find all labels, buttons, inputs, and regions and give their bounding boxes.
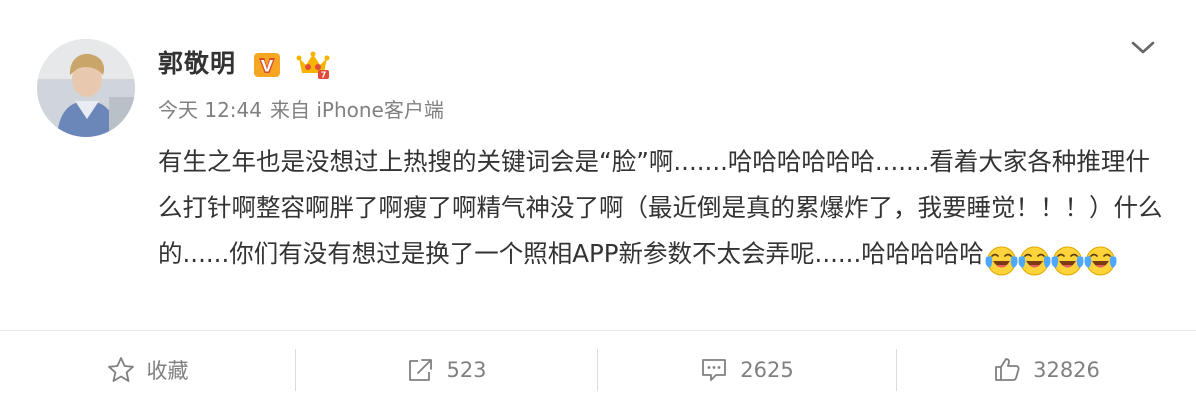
- repost-button[interactable]: 523: [296, 331, 597, 408]
- favorite-label: 收藏: [146, 358, 189, 383]
- post-meta: 今天 12:44 来自 iPhone客户端: [158, 96, 452, 124]
- thumbs-up-icon: [995, 358, 1020, 381]
- post-time[interactable]: 今天 12:44: [158, 98, 262, 122]
- like-button[interactable]: 32826: [897, 331, 1196, 408]
- star-icon: [107, 357, 134, 382]
- emoji-group: [984, 236, 1117, 282]
- laugh-cry-icon: [1051, 246, 1084, 275]
- comment-icon: [702, 359, 727, 381]
- favorite-button[interactable]: 收藏: [0, 331, 295, 408]
- chevron-down-icon[interactable]: [1128, 36, 1158, 60]
- weibo-post-card: 郭敬明 7 今天 12:44 来自 iPhone客户端 有生之年也是没想过上热搜的…: [0, 0, 1196, 408]
- like-count: 32826: [1033, 357, 1100, 382]
- vip-crown-icon[interactable]: 7: [296, 50, 330, 80]
- laugh-cry-icon: [1084, 246, 1117, 275]
- share-icon: [409, 359, 433, 381]
- laugh-cry-icon: [985, 246, 1018, 275]
- svg-text:7: 7: [321, 71, 327, 80]
- comment-count: 2625: [740, 357, 794, 382]
- post-content: 有生之年也是没想过上热搜的关键词会是“脸”啊.......哈哈哈哈哈哈.....…: [158, 139, 1168, 282]
- action-bar: 收藏 523 2625 32826: [0, 331, 1196, 408]
- post-source[interactable]: 来自 iPhone客户端: [270, 98, 444, 122]
- laugh-cry-icon: [1018, 246, 1051, 275]
- user-name[interactable]: 郭敬明: [158, 48, 236, 80]
- avatar[interactable]: [37, 39, 135, 137]
- comment-button[interactable]: 2625: [598, 331, 896, 408]
- repost-count: 523: [446, 357, 487, 382]
- verified-badge-icon: [253, 52, 281, 78]
